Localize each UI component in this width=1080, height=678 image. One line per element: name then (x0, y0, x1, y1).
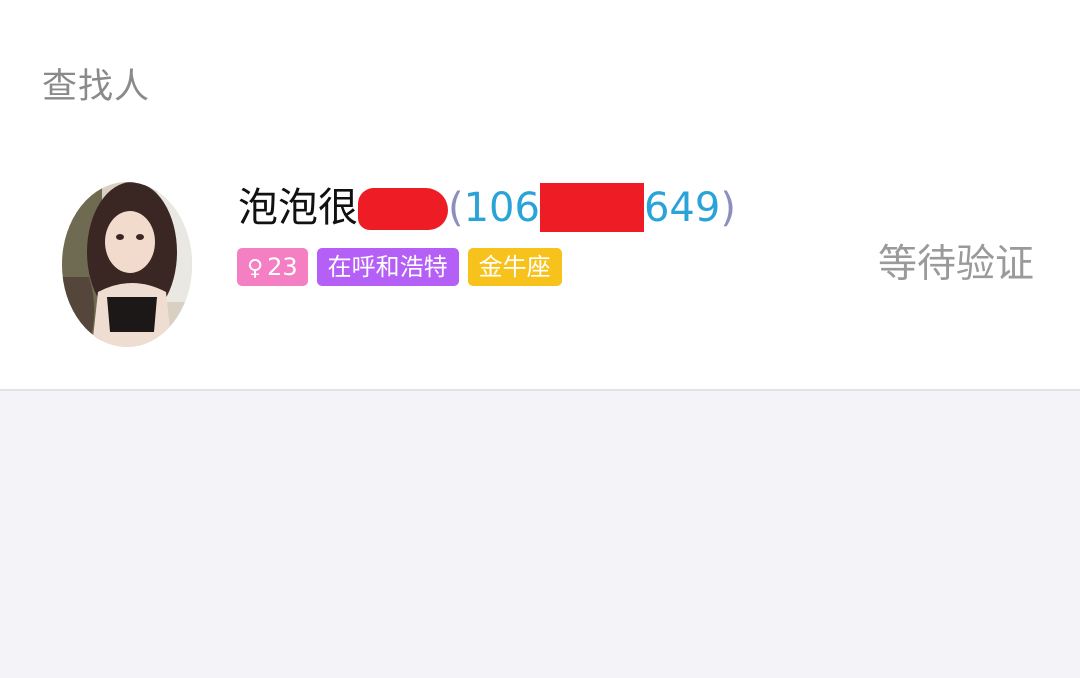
awaiting-verification-status[interactable]: 等待验证 (878, 240, 1034, 290)
contact-name: 泡泡很 (238, 185, 358, 231)
gender-age-tag: ♀ 23 (237, 248, 308, 286)
id-open-paren: ( (448, 185, 464, 231)
age-label: 23 (267, 253, 298, 281)
name-redaction (358, 188, 448, 230)
id-close-paren: ) (720, 185, 736, 231)
avatar[interactable] (62, 182, 192, 347)
profile-tags: ♀ 23 在呼和浩特 金牛座 (237, 248, 562, 286)
female-icon: ♀ (247, 256, 264, 281)
qq-number-suffix: 649 (643, 185, 721, 231)
avatar-photo-icon (62, 182, 192, 347)
empty-list-area (0, 391, 1080, 678)
qq-number-redaction (539, 183, 644, 232)
contact-name-line[interactable]: 泡泡很 (106 649) (238, 182, 736, 234)
city-tag: 在呼和浩特 (316, 248, 459, 286)
search-result-row[interactable]: 泡泡很 (106 649) ♀ 23 在呼和浩特 金牛座 等待验证 (0, 160, 1080, 370)
search-results-panel: 查找人 泡泡很 (106 649) ♀ 23 在呼和浩特 金牛座 等待验证 (0, 0, 1080, 391)
qq-number-prefix: 106 (463, 185, 540, 231)
zodiac-tag: 金牛座 (467, 248, 562, 286)
section-title: 查找人 (42, 67, 151, 107)
